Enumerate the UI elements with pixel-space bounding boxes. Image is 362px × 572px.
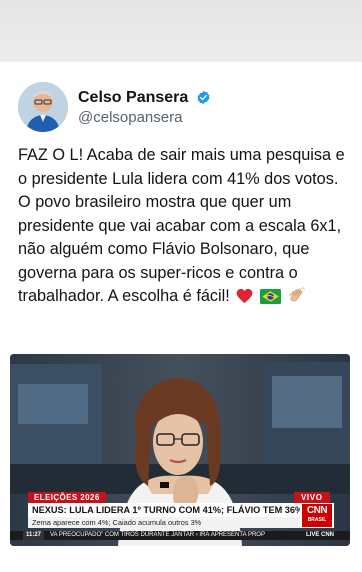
clapping-hands-emoji	[287, 287, 306, 312]
news-ticker: 11:27 VA PREOCUPADO" COM TIROS DURANTE J…	[10, 531, 350, 540]
live-tag: VIVO	[294, 492, 330, 503]
news-subline: Zema aparece com 4%; Caiado acumula outr…	[28, 517, 300, 528]
author-name[interactable]: Celso Pansera	[78, 89, 188, 106]
news-video[interactable]: ELEIÇÕES 2026 VIVO NEXUS: LULA LIDERA 1º…	[10, 354, 350, 546]
tweet-card: Celso Pansera @celsopansera FAZ O L! Aca…	[0, 62, 362, 572]
news-headline: NEXUS: LULA LIDERA 1º TURNO COM 41%; FLÁ…	[28, 503, 300, 517]
brazil-flag-emoji	[259, 288, 281, 312]
avatar[interactable]	[18, 82, 68, 132]
ticker-text: VA PREOCUPADO" COM TIROS DURANTE JANTAR …	[50, 532, 265, 538]
heart-emoji	[236, 288, 253, 312]
ticker-brand: LIVE CNN	[306, 532, 335, 538]
tweet-body: FAZ O L! Acaba de sair mais uma pesquisa…	[18, 144, 348, 312]
author-handle[interactable]: @celsopansera	[78, 109, 182, 126]
news-lower-third: ELEIÇÕES 2026 VIVO NEXUS: LULA LIDERA 1º…	[10, 492, 350, 546]
cnn-logo-text: CNN	[306, 505, 328, 516]
verified-badge-icon	[196, 90, 211, 110]
section-tag: ELEIÇÕES 2026	[28, 492, 106, 503]
cnn-logo: CNN BRASIL	[300, 503, 334, 528]
cnn-logo-sub: BRASIL	[307, 517, 327, 523]
ticker-time: 11:27	[23, 531, 45, 540]
tweet-text: FAZ O L! Acaba de sair mais uma pesquisa…	[18, 146, 345, 305]
